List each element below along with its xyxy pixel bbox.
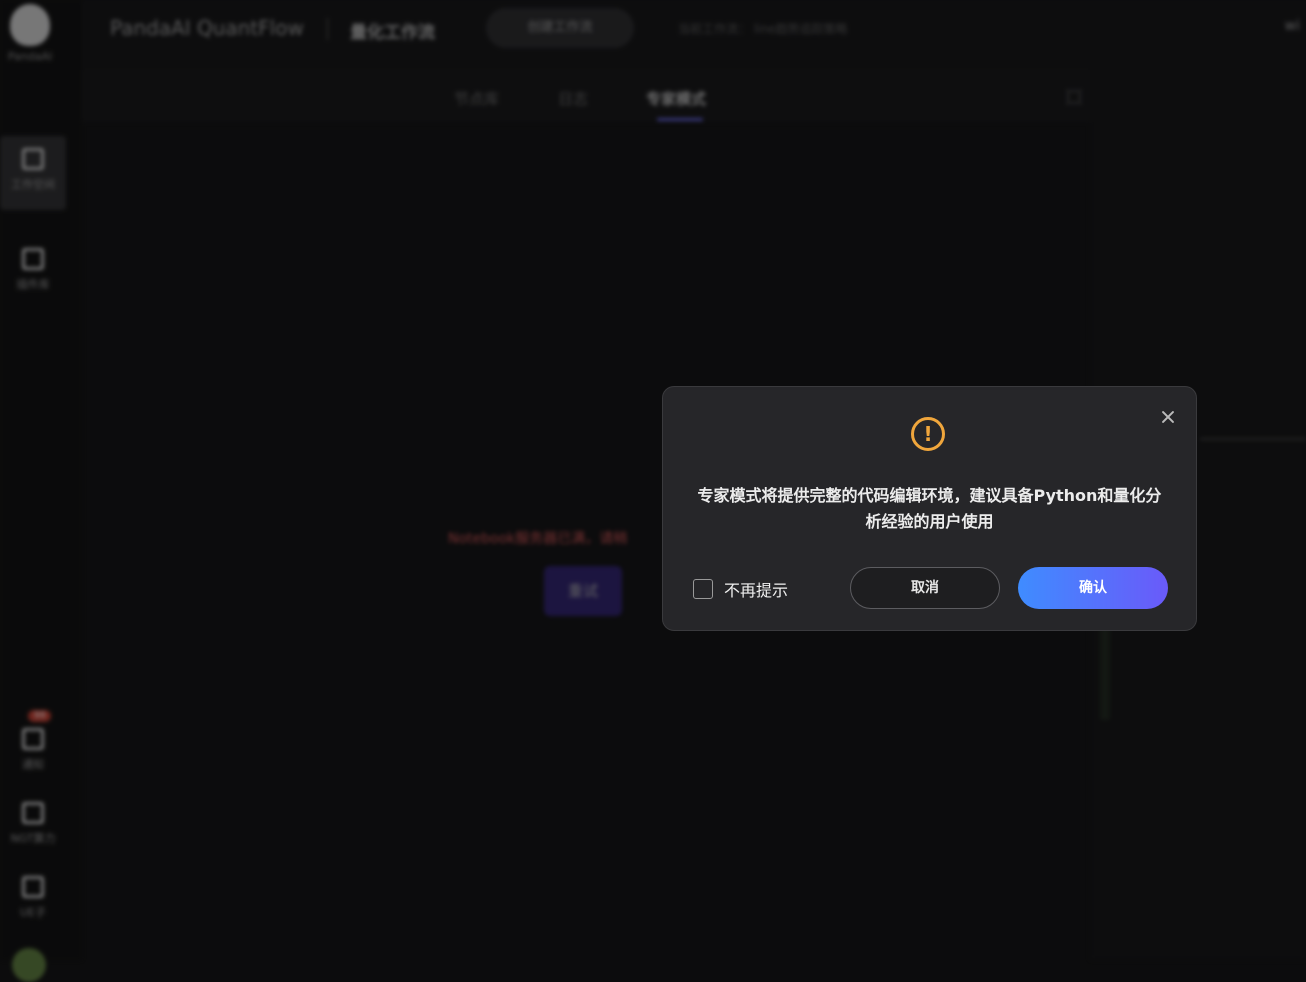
user-name[interactable]: wi	[1285, 18, 1300, 34]
dialog-message: 专家模式将提供完整的代码编辑环境，建议具备Python和量化分析经验的用户使用	[697, 486, 1162, 531]
error-message: Notebook服务器已满，请稍	[448, 531, 628, 547]
brand-title: PandaAI QuantFlow	[110, 16, 304, 40]
plugin-icon	[22, 248, 44, 270]
tab-expert-mode[interactable]: 专家模式	[646, 88, 706, 109]
cancel-button[interactable]: 取消	[850, 567, 1000, 609]
dont-show-again-checkbox[interactable]	[693, 579, 713, 599]
sidebar-item-plugins[interactable]: 插件库	[0, 236, 66, 310]
new-workflow-button[interactable]: 创建工作流	[486, 8, 634, 48]
database-icon	[22, 802, 44, 824]
sidebar: PandaAI 工作空间 插件库 99 通知 NGT算力 UE子	[0, 0, 82, 982]
active-tab-indicator	[657, 118, 703, 121]
header: PandaAI QuantFlow 量化工作流 创建工作流 当前工作流： lin…	[82, 0, 1306, 71]
dont-show-again-option[interactable]: 不再提示	[693, 577, 788, 601]
warning-icon: !	[911, 417, 945, 451]
logo-text: PandaAI	[7, 50, 53, 63]
grid-icon[interactable]	[1067, 90, 1081, 104]
bell-icon	[22, 728, 44, 750]
sidebar-item-notifications[interactable]: 99 通知	[0, 710, 66, 790]
sidebar-item-label: 通知	[22, 758, 44, 771]
pandaai-logo-icon[interactable]	[10, 4, 50, 46]
sidebar-item-compute[interactable]: NGT算力	[0, 790, 66, 864]
sidebar-item-workspace[interactable]: 工作空间	[0, 136, 66, 210]
retry-button[interactable]: 重试	[544, 566, 622, 616]
tab-node-library[interactable]: 节点库	[454, 88, 499, 109]
tab-logs[interactable]: 日志	[558, 88, 588, 109]
header-divider	[327, 18, 328, 40]
workspace-icon	[22, 148, 44, 170]
canvas-edge-line	[1200, 438, 1306, 440]
dont-show-again-label: 不再提示	[724, 581, 789, 600]
header-subtitle: 量化工作流	[350, 23, 435, 43]
close-icon[interactable]	[1160, 409, 1176, 425]
sidebar-item-label: 工作空间	[11, 178, 55, 191]
avatar[interactable]	[12, 948, 46, 982]
expert-mode-dialog: ! 专家模式将提供完整的代码编辑环境，建议具备Python和量化分析经验的用户使…	[662, 386, 1197, 631]
sidebar-item-label: 插件库	[16, 278, 50, 291]
notification-badge: 99	[28, 710, 52, 722]
sidebar-item-factor[interactable]: UE子	[0, 864, 66, 938]
confirm-button[interactable]: 确认	[1018, 567, 1168, 609]
current-workflow-label: 当前工作流： line趋势追踪策略	[678, 22, 848, 36]
factor-icon	[22, 876, 44, 898]
panel-tabs: 节点库 日志 专家模式	[82, 70, 1090, 122]
sidebar-item-label: NGT算力	[10, 832, 56, 845]
sidebar-item-label: UE子	[19, 906, 46, 919]
